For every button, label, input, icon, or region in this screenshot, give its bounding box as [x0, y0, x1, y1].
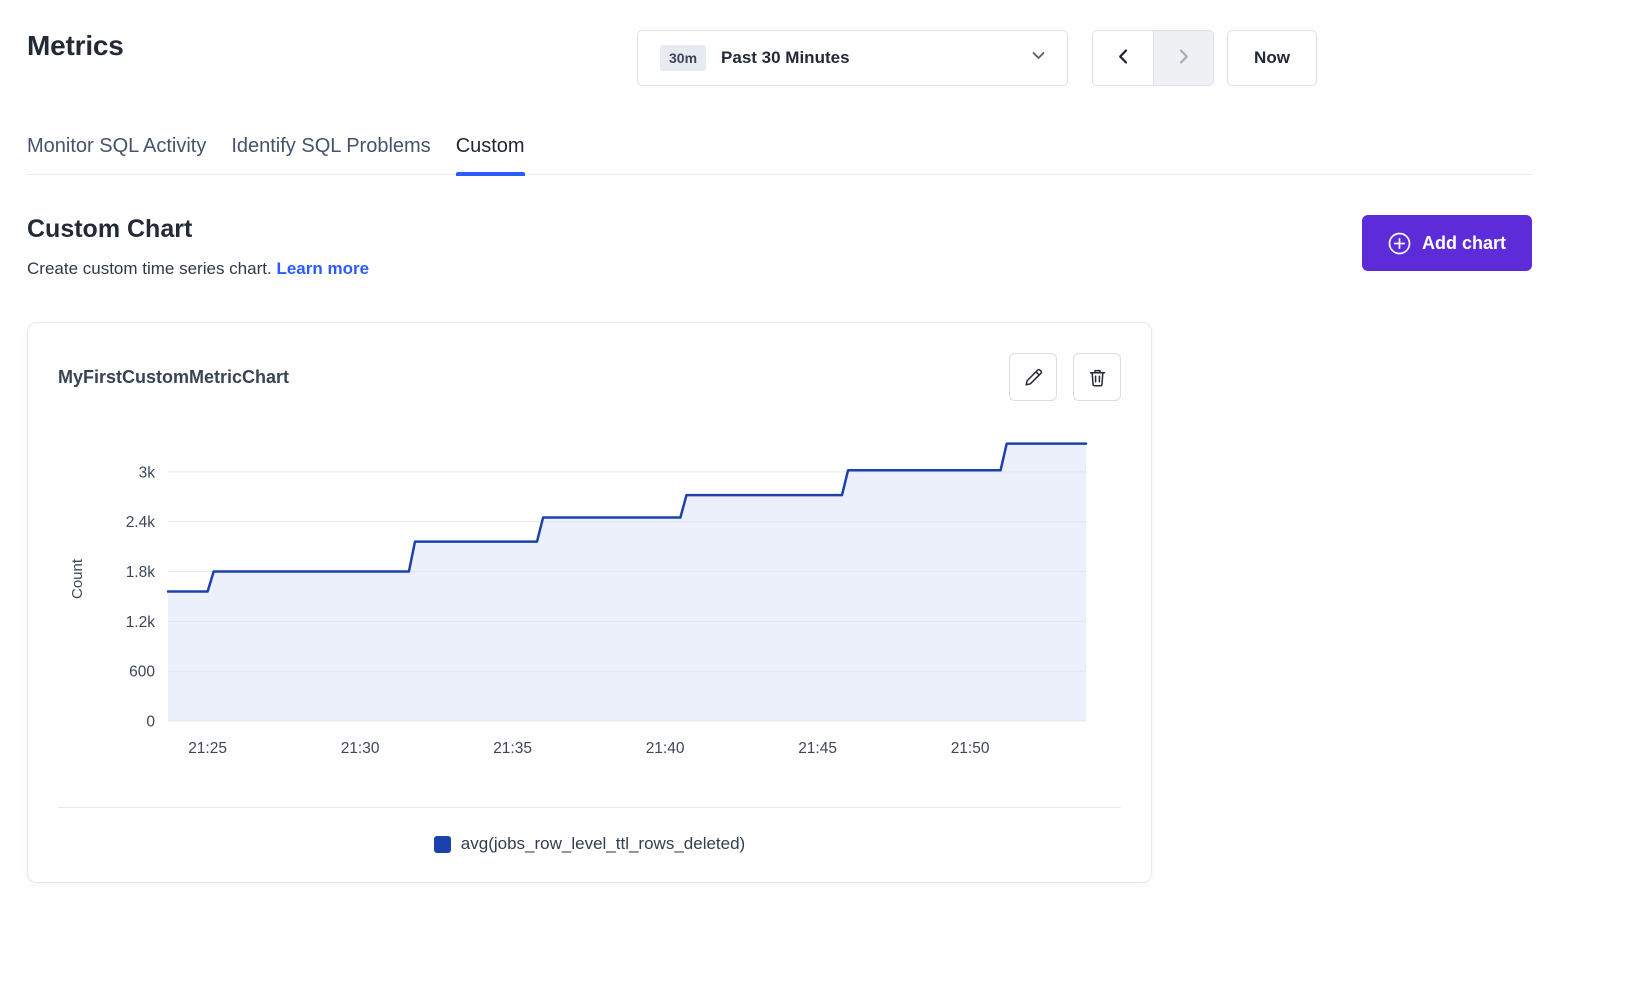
svg-text:21:25: 21:25	[188, 740, 227, 757]
legend-divider	[58, 807, 1121, 808]
legend-swatch	[434, 836, 451, 853]
edit-chart-button[interactable]	[1009, 353, 1057, 401]
svg-text:3k: 3k	[139, 464, 156, 481]
time-step-buttons	[1092, 30, 1214, 86]
now-button[interactable]: Now	[1227, 30, 1317, 86]
chart-title: MyFirstCustomMetricChart	[58, 367, 289, 388]
svg-text:600: 600	[129, 664, 155, 681]
svg-text:21:40: 21:40	[646, 740, 685, 757]
plus-circle-icon	[1388, 232, 1411, 255]
chevron-down-icon	[1030, 47, 1047, 69]
tab-monitor-sql-activity[interactable]: Monitor SQL Activity	[27, 135, 206, 175]
section-title: Custom Chart	[27, 215, 369, 244]
svg-text:21:45: 21:45	[798, 740, 837, 757]
delete-chart-button[interactable]	[1073, 353, 1121, 401]
chart-card: MyFirstCustomMetricChart	[27, 322, 1152, 883]
add-chart-button[interactable]: Add chart	[1362, 215, 1532, 271]
learn-more-link[interactable]: Learn more	[276, 259, 369, 278]
metric-chart: 0 600 1.2k 1.8k 2.4k 3k 21:25 21:30 21:35 21:40 21…	[58, 419, 1123, 771]
pencil-icon	[1023, 367, 1044, 388]
time-range-dropdown[interactable]: 30m Past 30 Minutes	[637, 30, 1068, 86]
svg-text:21:30: 21:30	[341, 740, 380, 757]
time-controls: 30m Past 30 Minutes Now	[637, 30, 1317, 86]
tab-custom[interactable]: Custom	[456, 135, 525, 175]
header: Metrics 30m Past 30 Minutes	[27, 30, 1532, 108]
chevron-right-icon	[1174, 47, 1193, 69]
description-text: Create custom time series chart.	[27, 259, 272, 278]
trash-icon	[1087, 367, 1108, 388]
svg-text:1.8k: 1.8k	[126, 564, 156, 581]
chart-card-head: MyFirstCustomMetricChart	[58, 353, 1121, 401]
metrics-page: Metrics 30m Past 30 Minutes	[0, 0, 1650, 982]
chevron-left-icon	[1114, 47, 1133, 69]
svg-text:1.2k: 1.2k	[126, 614, 156, 631]
svg-text:2.4k: 2.4k	[126, 514, 156, 531]
svg-text:21:50: 21:50	[951, 740, 990, 757]
prev-range-button[interactable]	[1093, 31, 1153, 85]
tab-identify-sql-problems[interactable]: Identify SQL Problems	[231, 135, 430, 175]
metrics-tabs: Monitor SQL Activity Identify SQL Proble…	[27, 135, 1532, 175]
svg-text:0: 0	[146, 714, 155, 731]
chart-actions	[1009, 353, 1121, 401]
svg-text:Count: Count	[69, 558, 86, 599]
section-description: Create custom time series chart. Learn m…	[27, 259, 369, 279]
add-chart-label: Add chart	[1422, 233, 1506, 254]
section-text: Custom Chart Create custom time series c…	[27, 215, 369, 279]
custom-chart-section-head: Custom Chart Create custom time series c…	[27, 215, 1532, 279]
svg-text:21:35: 21:35	[493, 740, 532, 757]
chart-legend: avg(jobs_row_level_ttl_rows_deleted)	[58, 834, 1121, 864]
range-label: Past 30 Minutes	[721, 48, 1015, 68]
next-range-button[interactable]	[1153, 31, 1213, 85]
legend-label: avg(jobs_row_level_ttl_rows_deleted)	[461, 834, 745, 854]
range-badge: 30m	[660, 45, 706, 71]
